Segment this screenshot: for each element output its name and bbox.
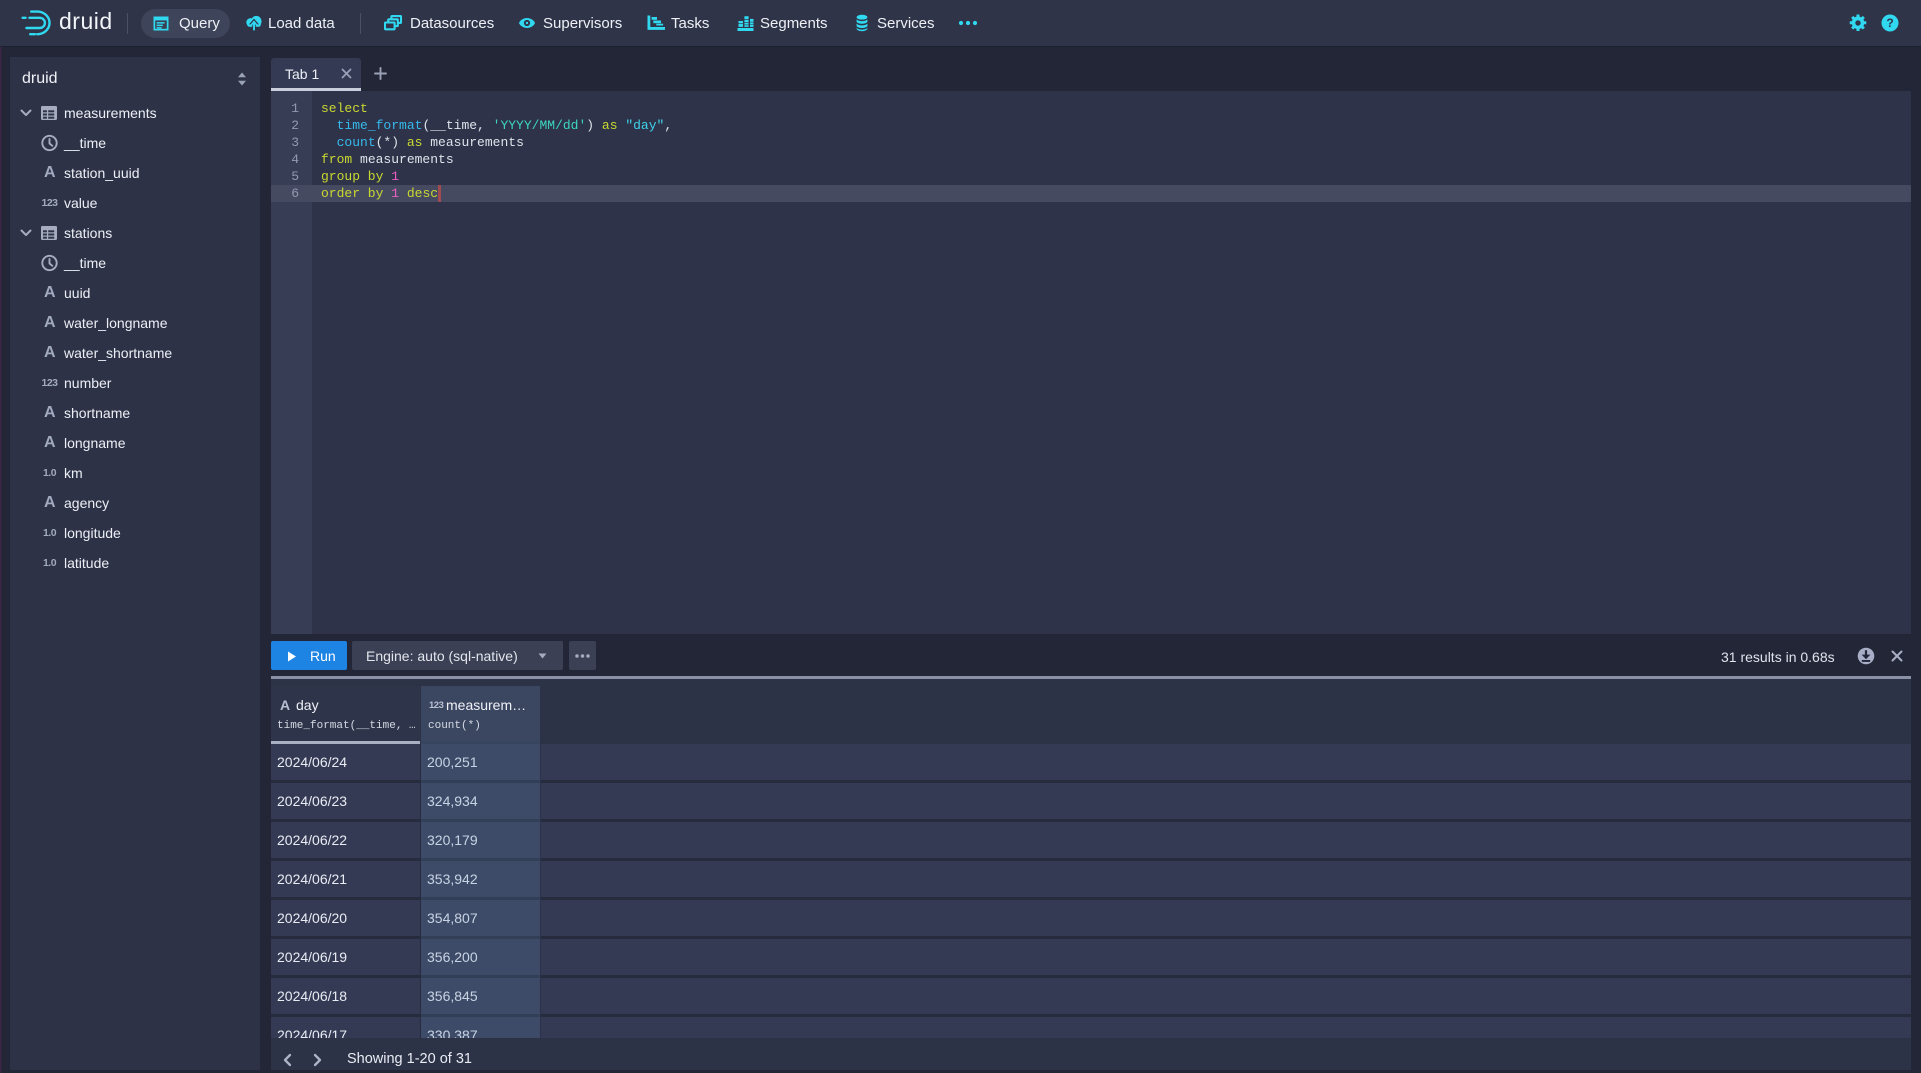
svg-text:?: ? — [1886, 16, 1893, 30]
